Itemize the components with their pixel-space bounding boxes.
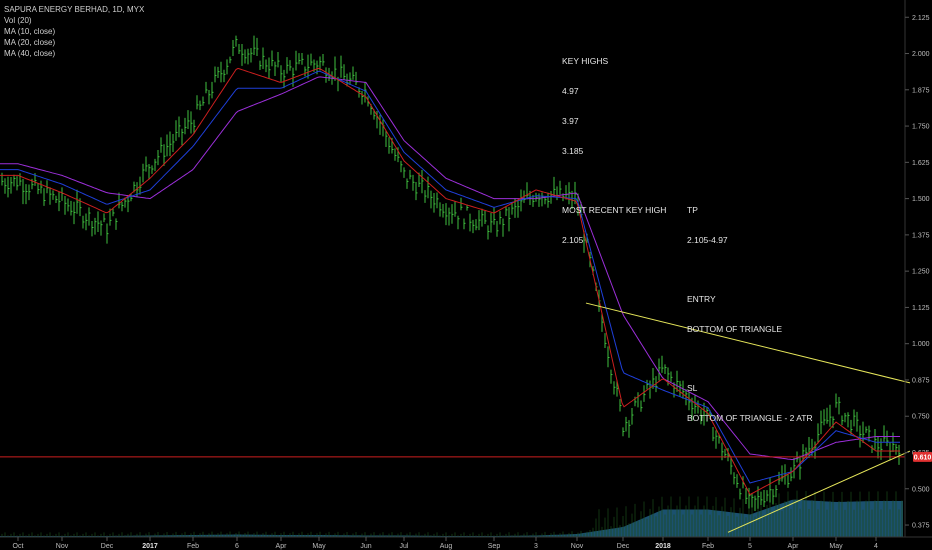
last-price-tag: 0.610 [913,451,932,462]
tp-value: 2.105-4.97 [687,235,728,245]
x-tick-label: Feb [187,543,199,550]
trade-plan-note[interactable]: TP 2.105-4.97 ENTRY BOTTOM OF TRIANGLE S… [687,185,813,433]
sl-value: BOTTOM OF TRIANGLE - 2 ATR [687,413,813,423]
key-highs-value-2: 3.97 [562,116,579,126]
y-tick-label: 2.000 [912,51,930,58]
y-tick-label: 0.375 [912,523,930,530]
key-highs-value-3: 3.185 [562,146,584,156]
legend-symbol[interactable]: SAPURA ENERGY BERHAD, 1D, MYX [4,4,144,15]
y-tick-label: 1.750 [912,124,930,131]
y-tick-label: 2.125 [912,15,930,22]
x-tick-label: 4 [874,543,878,550]
x-tick-label: 2017 [142,543,158,550]
entry-title: ENTRY [687,294,716,304]
y-tick-label: 0.750 [912,414,930,421]
tp-title: TP [687,205,698,215]
x-tick-label: 3 [534,543,538,550]
x-tick-label: Aug [440,543,453,550]
legend-volume[interactable]: Vol (20) [4,15,144,26]
y-tick-label: 1.375 [912,232,930,239]
x-tick-label: Nov [56,543,69,550]
indicator-legend: SAPURA ENERGY BERHAD, 1D, MYX Vol (20) M… [4,4,144,59]
x-tick-label: Dec [101,543,114,550]
x-tick-label: Jun [360,543,371,550]
y-tick-label: 1.500 [912,196,930,203]
x-tick-label: Nov [571,543,584,550]
x-tick-label: Dec [617,543,630,550]
x-tick-label: Feb [702,543,714,550]
legend-ma10[interactable]: MA (10, close) [4,26,144,37]
key-highs-value-1: 4.97 [562,86,579,96]
legend-ma20[interactable]: MA (20, close) [4,37,144,48]
y-tick-label: 1.625 [912,160,930,167]
y-tick-label: 0.500 [912,486,930,493]
x-tick-label: 5 [748,543,752,550]
x-tick-label: 6 [235,543,239,550]
sl-title: SL [687,383,698,393]
x-tick-label: Apr [276,543,288,550]
x-tick-label: May [312,543,326,550]
x-tick-label: Apr [788,543,800,550]
entry-value: BOTTOM OF TRIANGLE [687,324,783,334]
y-tick-label: 1.250 [912,269,930,276]
key-highs-note[interactable]: KEY HIGHS 4.97 3.97 3.185 MOST RECENT KE… [562,36,666,255]
y-tick-label: 1.125 [912,305,930,312]
recent-high-title: MOST RECENT KEY HIGH [562,205,667,215]
y-tick-label: 1.000 [912,341,930,348]
recent-high-value: 2.105 [562,235,584,245]
price-tag-label: 0.610 [914,454,932,461]
x-tick-label: May [829,543,843,550]
y-tick-label: 0.875 [912,377,930,384]
y-tick-label: 1.875 [912,87,930,94]
x-tick-label: Oct [13,543,24,550]
x-tick-label: Sep [488,543,501,550]
legend-ma40[interactable]: MA (40, close) [4,48,144,59]
x-tick-label: 2018 [655,543,671,550]
key-highs-title: KEY HIGHS [562,56,609,66]
x-tick-label: Jul [400,543,409,550]
